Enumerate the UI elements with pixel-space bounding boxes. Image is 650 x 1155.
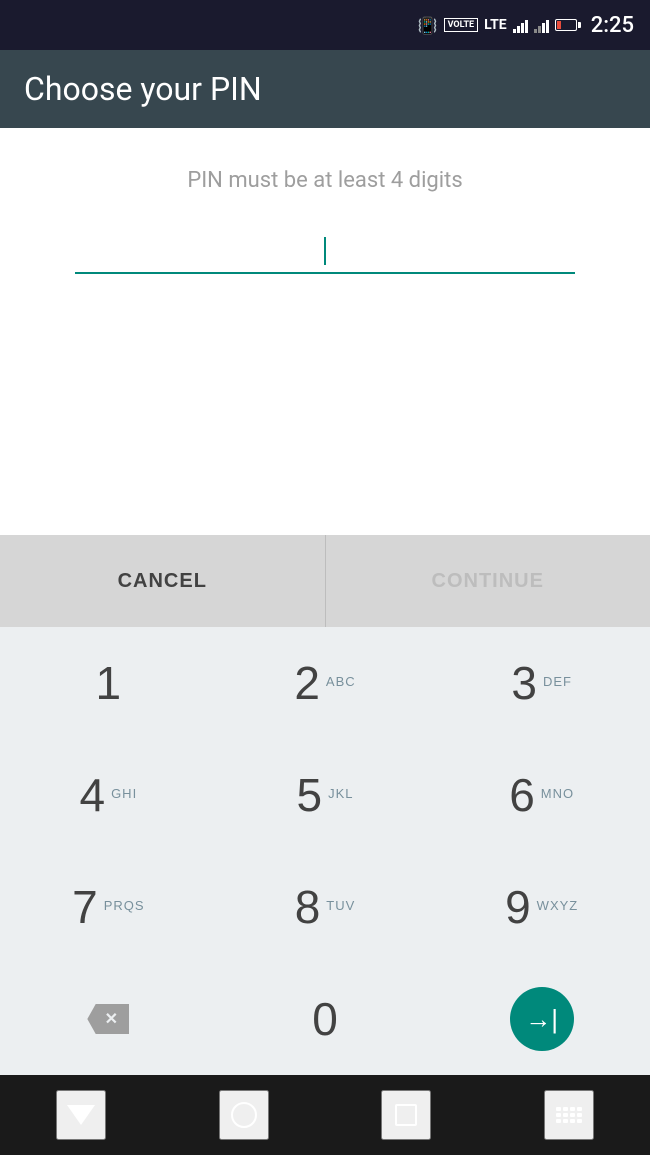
back-icon [67,1105,95,1125]
key-1[interactable]: 1 [0,627,217,739]
key-2[interactable]: 2 ABC [217,627,434,739]
key-8[interactable]: 8 TUV [217,851,434,963]
action-buttons: CANCEL CONTINUE [0,535,650,627]
key-next[interactable]: →| [433,963,650,1075]
cancel-button[interactable]: CANCEL [0,535,325,627]
key-5[interactable]: 5 JKL [217,739,434,851]
status-bar: 📳 VOLTE LTE 2:25 [0,0,650,50]
recent-icon [395,1104,417,1126]
next-icon: →| [510,987,574,1051]
key-0[interactable]: 0 [217,963,434,1075]
nav-keyboard-button[interactable] [544,1090,594,1140]
key-3[interactable]: 3 DEF [433,627,650,739]
key-delete[interactable]: ✕ [0,963,217,1075]
battery-icon [555,19,577,31]
nav-back-button[interactable] [56,1090,106,1140]
status-icons: 📳 VOLTE LTE 2:25 [418,13,634,38]
signal-bar-1 [513,17,528,33]
page-title: Choose your PIN [24,70,626,108]
delete-icon: ✕ [87,1004,129,1034]
key-6[interactable]: 6 MNO [433,739,650,851]
continue-button[interactable]: CONTINUE [326,535,650,627]
header: Choose your PIN [0,50,650,128]
pin-input-wrapper [75,233,575,274]
nav-bar [0,1075,650,1155]
keyboard-icon [556,1107,582,1123]
nav-home-button[interactable] [219,1090,269,1140]
cursor-blink [324,237,326,265]
nav-recent-button[interactable] [381,1090,431,1140]
main-content: PIN must be at least 4 digits [0,128,650,535]
key-9[interactable]: 9 WXYZ [433,851,650,963]
pin-instruction: PIN must be at least 4 digits [187,168,462,193]
signal-bar-2 [534,17,549,33]
home-icon [231,1102,257,1128]
key-4[interactable]: 4 GHI [0,739,217,851]
key-7[interactable]: 7 PRQS [0,851,217,963]
status-time: 2:25 [591,13,634,38]
volte-badge: VOLTE [444,18,479,32]
numpad: 1 2 ABC 3 DEF 4 GHI 5 JKL 6 MNO 7 [0,627,650,1075]
vibrate-icon: 📳 [418,16,438,35]
lte-text: LTE [484,17,507,33]
